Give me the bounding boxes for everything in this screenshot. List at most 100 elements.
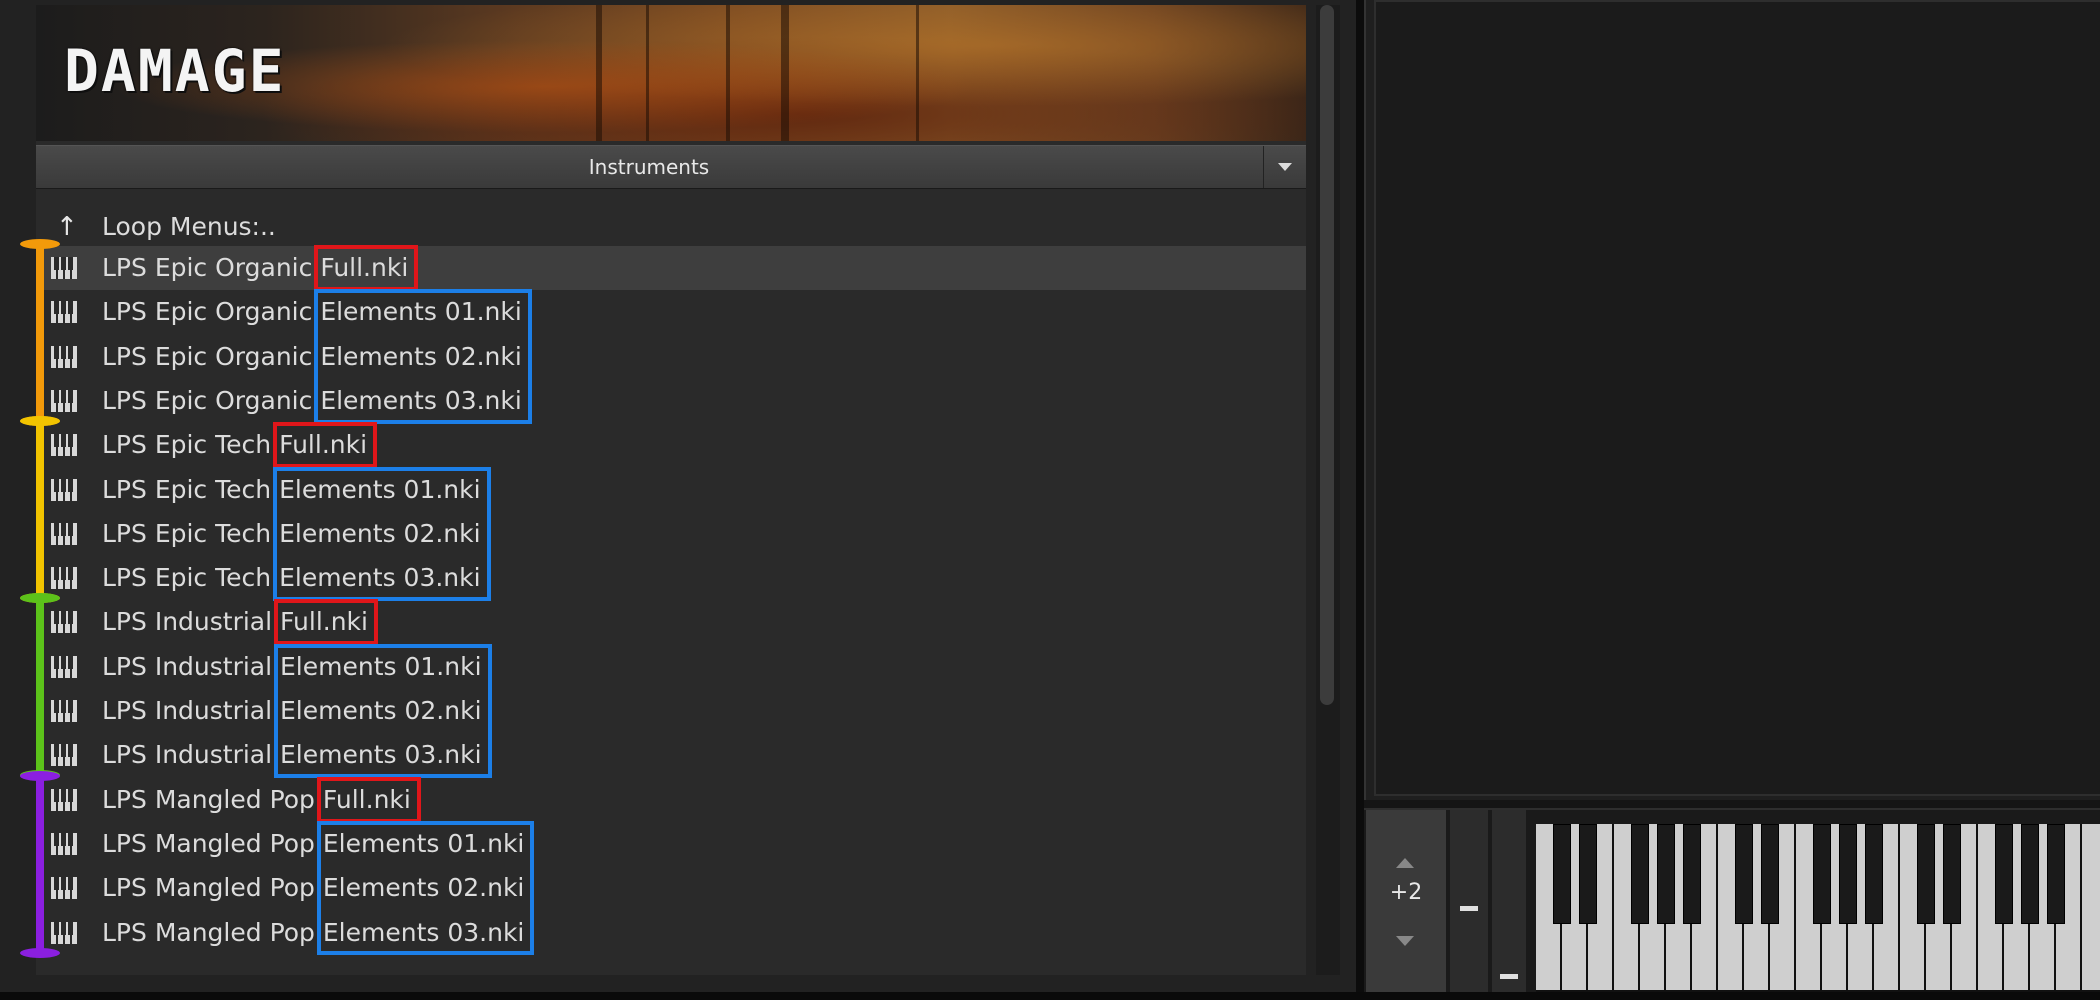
instrument-name-prefix: LPS Epic Organic [102,297,321,327]
library-logo-title: DAMAGE [64,37,286,105]
keyboard-area: +2 [1364,808,2100,996]
list-item-parent-folder[interactable]: ↑ Loop Menus:.. [36,205,1306,249]
piano-keys-icon [50,478,78,502]
elements-group-highlight [314,289,532,424]
piano-keys-icon [50,566,78,590]
instrument-name-prefix: LPS Industrial [102,696,281,725]
piano-keys-icon [50,743,78,767]
black-key[interactable] [1865,824,1883,924]
list-item-instrument[interactable]: LPS Mangled Pop Full.nki [36,778,1306,822]
group-bar-cap [20,947,60,958]
piano-keys-icon [50,433,78,457]
library-banner: DAMAGE [36,5,1306,141]
scrollbar-thumb[interactable] [1320,5,1334,705]
black-key[interactable] [1995,824,2013,924]
group-color-bar [36,243,44,422]
instrument-rack-panel [1364,0,2100,800]
piano-keys-icon [50,699,78,723]
black-key[interactable] [1579,824,1597,924]
black-key[interactable] [1735,824,1753,924]
list-item-instrument[interactable]: LPS Industrial Elements 03.nki [36,733,1306,777]
full-file-highlight [316,776,421,823]
instrument-name-prefix: LPS Mangled Pop [102,873,323,903]
instrument-name-prefix: LPS Epic Tech [102,474,280,504]
black-key[interactable] [1553,824,1571,924]
black-key[interactable] [1761,824,1779,924]
banner-texture [646,5,649,141]
black-key[interactable] [2021,824,2039,924]
instrument-rack-area [1374,0,2100,796]
piano-keyboard[interactable] [1536,824,2100,992]
piano-keys-icon [50,389,78,413]
instrument-name-prefix: LPS Epic Organic [102,341,321,371]
instrument-name-prefix: LPS Epic Organic [102,385,321,415]
octave-down-icon[interactable] [1396,936,1414,946]
black-key[interactable] [1813,824,1831,924]
instrument-browser-panel: DAMAGE Instruments ↑ Loop Menus:.. LPS E… [0,0,1356,1000]
full-file-highlight [273,422,378,469]
banner-texture [726,5,730,141]
instrument-name-prefix: LPS Industrial [102,651,281,681]
piano-keys-icon [50,788,78,812]
list-item-instrument[interactable]: LPS Epic Tech Elements 02.nki [36,512,1306,556]
black-key[interactable] [1917,824,1935,924]
instrument-name-prefix: LPS Epic Tech [102,518,280,548]
black-key[interactable] [1839,824,1857,924]
elements-group-highlight [316,820,535,956]
app-window: DAMAGE Instruments ↑ Loop Menus:.. LPS E… [0,0,2100,1000]
instruments-dropdown-button[interactable] [1263,146,1306,188]
black-key[interactable] [1657,824,1675,924]
browser-content: DAMAGE Instruments ↑ Loop Menus:.. LPS E… [36,5,1306,975]
piano-keys-icon [50,921,78,945]
instruments-label: Instruments [588,155,710,179]
elements-group-highlight [274,643,492,779]
bottom-border [0,992,2100,1000]
piano-keys-icon [50,610,78,634]
list-item-instrument[interactable]: LPS Industrial Elements 01.nki [36,645,1306,689]
chevron-down-icon [1278,163,1292,171]
wheel-indicator [1460,906,1478,911]
list-item-instrument[interactable]: LPS Epic Organic Elements 02.nki [36,335,1306,379]
black-key[interactable] [2047,824,2065,924]
list-item-instrument[interactable]: LPS Mangled Pop Elements 02.nki [36,866,1306,910]
list-item-instrument[interactable]: LPS Epic Organic Full.nki [36,246,1306,290]
list-item-instrument[interactable]: LPS Epic Tech Full.nki [36,423,1306,467]
list-item-instrument[interactable]: LPS Industrial Full.nki [36,600,1306,644]
octave-up-icon[interactable] [1396,858,1414,868]
parent-folder-label: Loop Menus:.. [102,212,276,241]
list-item-instrument[interactable]: LPS Epic Organic Elements 03.nki [36,379,1306,423]
list-item-instrument[interactable]: LPS Epic Tech Elements 03.nki [36,556,1306,600]
octave-value: +2 [1389,880,1423,905]
full-file-highlight [274,599,378,646]
instrument-name-prefix: LPS Industrial [102,740,281,770]
piano-keys-icon [50,655,78,679]
black-key[interactable] [1943,824,1961,924]
piano-keys-icon [50,876,78,900]
group-color-bar [36,420,44,600]
list-item-instrument[interactable]: LPS Mangled Pop Elements 03.nki [36,911,1306,955]
list-item-instrument[interactable]: LPS Epic Tech Elements 01.nki [36,468,1306,512]
instrument-name-prefix: LPS Mangled Pop [102,784,323,814]
group-bar-cap [20,239,60,249]
list-item-instrument[interactable]: LPS Industrial Elements 02.nki [36,689,1306,733]
wheel-indicator [1500,974,1518,979]
piano-keys-icon [50,300,78,324]
group-color-bar [36,597,44,777]
pitch-bend-wheel[interactable] [1450,810,1488,996]
white-key[interactable] [2082,824,2100,990]
modulation-wheel[interactable] [1492,810,1526,996]
piano-keys-icon [50,256,78,280]
panel-divider [1356,0,1364,1000]
browser-scrollbar[interactable] [1316,5,1340,975]
black-key[interactable] [1683,824,1701,924]
banner-texture [916,5,919,141]
list-item-instrument[interactable]: LPS Mangled Pop Elements 01.nki [36,822,1306,866]
piano-keys-icon [50,345,78,369]
file-list: ↑ Loop Menus:.. LPS Epic Organic Full.nk… [36,205,1306,965]
instrument-name-prefix: LPS Industrial [102,607,281,637]
octave-control: +2 [1366,810,1446,996]
black-key[interactable] [1631,824,1649,924]
list-item-instrument[interactable]: LPS Epic Organic Elements 01.nki [36,290,1306,334]
instruments-selector[interactable]: Instruments [36,145,1306,189]
piano-keys-icon [50,522,78,546]
